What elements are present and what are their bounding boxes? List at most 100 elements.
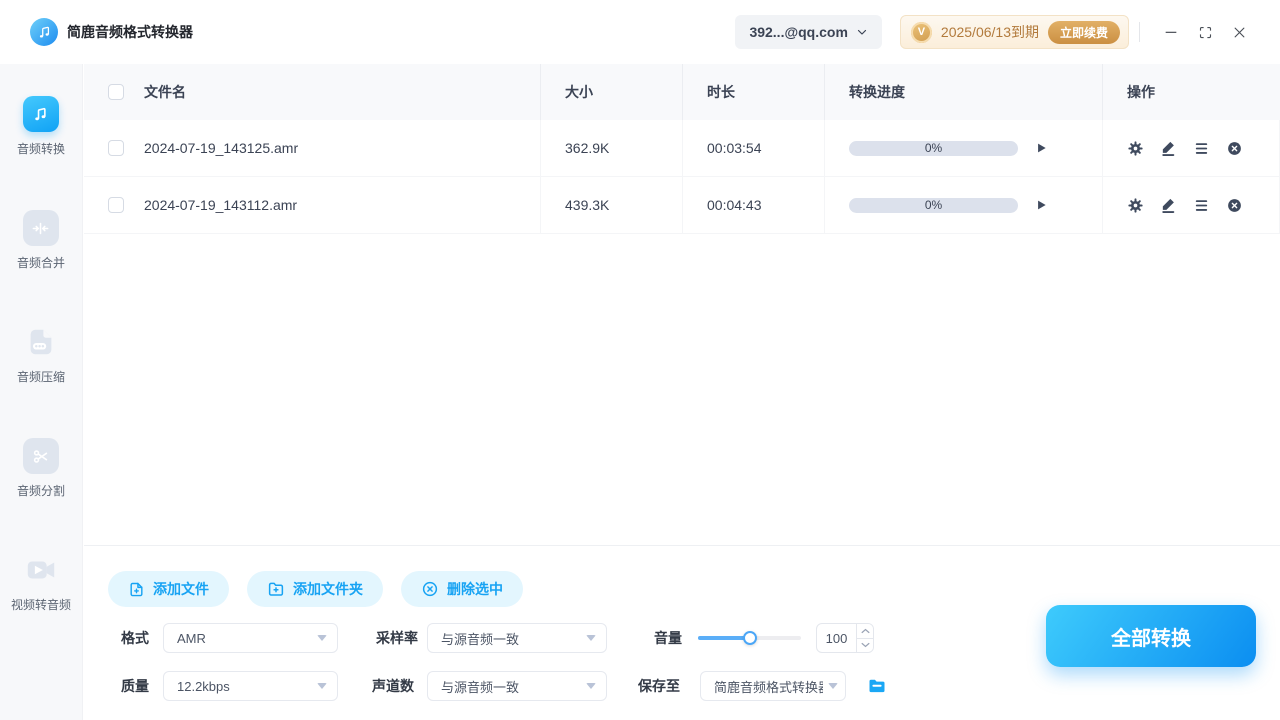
chevron-down-icon [861,643,869,648]
quality-value: 12.2kbps [177,678,230,694]
vip-expiry-date: 2025/06/13到期 [940,24,1039,40]
sample-rate-select[interactable]: 与源音频一致 [427,623,607,653]
sidebar-item-audio-merge[interactable]: 音频合并 [17,210,65,271]
main-panel: 文件名 大小 时长 转换进度 操作 2024-07-19_143125.amr … [84,64,1280,720]
sidebar-item-audio-split[interactable]: 音频分割 [17,438,65,499]
header-progress: 转换进度 [849,84,905,100]
volume-spinner [856,624,873,652]
play-button[interactable] [1034,198,1048,212]
header-size: 大小 [565,84,593,100]
volume-slider[interactable] [698,623,801,653]
bottom-panel: 添加文件 添加文件夹 删除选中 格式 AMR 采样率 与源音频一致 音量 100… [84,545,1280,720]
format-label: 格式 [121,630,149,646]
remove-button[interactable] [1226,140,1243,157]
file-size: 439.3K [565,197,610,213]
save-to-value: 简鹿音频格式转换器 [714,679,823,695]
rename-button[interactable] [1160,140,1177,157]
header-duration: 时长 [707,84,735,100]
select-all-checkbox[interactable] [108,84,124,100]
details-button[interactable] [1193,140,1210,157]
folder-icon [869,679,885,693]
sidebar-item-label: 音频合并 [16,256,65,270]
table-header: 文件名 大小 时长 转换进度 操作 [84,64,1280,120]
volume-slider-track [698,631,801,645]
details-button[interactable] [1193,197,1210,214]
vip-crown-icon: V [910,21,932,43]
row-checkbox[interactable] [108,140,124,156]
progress-bar: 0% [849,197,1018,213]
format-value: AMR [177,630,206,646]
table-row: 2024-07-19_143125.amr 362.9K 00:03:54 0% [84,120,1280,177]
add-folder-label: 添加文件夹 [293,581,363,597]
delete-selected-label: 删除选中 [447,581,503,597]
channels-select[interactable]: 与源音频一致 [427,671,607,701]
volume-slider-handle[interactable] [742,631,757,645]
gear-icon [1128,140,1143,156]
circle-x-outline-icon [422,581,438,597]
close-icon [1234,27,1244,37]
music-note-icon [22,96,59,132]
maximize-icon [1199,26,1211,38]
account-dropdown[interactable]: 392...@qq.com [735,15,882,49]
row-checkbox[interactable] [108,197,124,213]
file-duration: 00:04:43 [707,197,762,213]
sidebar-item-audio-compress[interactable]: 音频压缩 [17,324,65,385]
maximize-button[interactable] [1188,15,1222,49]
add-file-icon [130,582,143,596]
header-actions: 操作 [1127,84,1155,100]
chevron-down-icon [586,635,596,641]
spin-up-button[interactable] [857,624,873,639]
rename-button[interactable] [1160,197,1177,214]
channels-value: 与源音频一致 [441,679,520,695]
file-size: 362.9K [565,140,610,156]
menu-lines-icon [1195,142,1208,154]
spin-down-button[interactable] [857,638,873,652]
sidebar-item-video-to-audio[interactable]: 视频转音频 [11,552,71,613]
header-filename: 文件名 [144,84,186,100]
play-icon [1038,200,1046,210]
titlebar-separator [1139,22,1140,42]
file-name: 2024-07-19_143125.amr [144,140,299,156]
app-title: 简鹿音频格式转换器 [67,24,193,40]
renew-button[interactable]: 立即续费 [1047,20,1120,44]
pencil-icon [1162,141,1175,156]
gear-icon [1128,197,1143,213]
progress-label: 0% [924,141,943,155]
sample-rate-value: 与源音频一致 [441,631,520,647]
quality-select[interactable]: 12.2kbps [163,671,338,701]
format-select[interactable]: AMR [163,623,338,653]
delete-selected-button[interactable]: 删除选中 [401,571,523,607]
sidebar: 音频转换 音频合并 音频压缩 音频分割 视频转音频 [0,64,83,720]
sidebar-item-audio-convert[interactable]: 音频转换 [17,96,65,157]
minimize-icon [1165,31,1177,33]
add-folder-button[interactable]: 添加文件夹 [247,571,383,607]
video-camera-icon [23,552,59,588]
vip-status: V 2025/06/13到期 立即续费 [899,15,1129,49]
play-icon [1038,143,1046,153]
merge-icon [22,210,59,246]
save-to-select[interactable]: 简鹿音频格式转换器 [700,671,846,701]
minimize-button[interactable] [1154,15,1188,49]
close-button[interactable] [1222,15,1256,49]
volume-label: 音量 [654,630,682,646]
volume-input[interactable]: 100 [816,623,874,653]
table-row: 2024-07-19_143112.amr 439.3K 00:04:43 0% [84,177,1280,234]
compress-file-icon [23,324,59,360]
add-file-button[interactable]: 添加文件 [108,571,229,607]
volume-value: 100 [825,630,848,646]
settings-button[interactable] [1127,140,1144,157]
convert-all-button[interactable]: 全部转换 [1046,605,1256,667]
add-file-label: 添加文件 [153,581,209,597]
channels-label: 声道数 [372,678,414,694]
settings-button[interactable] [1127,197,1144,214]
sidebar-item-label: 音频分割 [16,484,65,498]
remove-button[interactable] [1226,197,1243,214]
chevron-down-icon [317,683,327,689]
titlebar: 简鹿音频格式转换器 392...@qq.com V 2025/06/13到期 立… [0,0,1280,64]
play-button[interactable] [1034,141,1048,155]
browse-folder-button[interactable] [866,671,892,701]
chevron-down-icon [828,683,838,689]
quality-label: 质量 [121,678,149,694]
sidebar-item-label: 音频压缩 [16,370,65,384]
file-duration: 00:03:54 [707,140,762,156]
